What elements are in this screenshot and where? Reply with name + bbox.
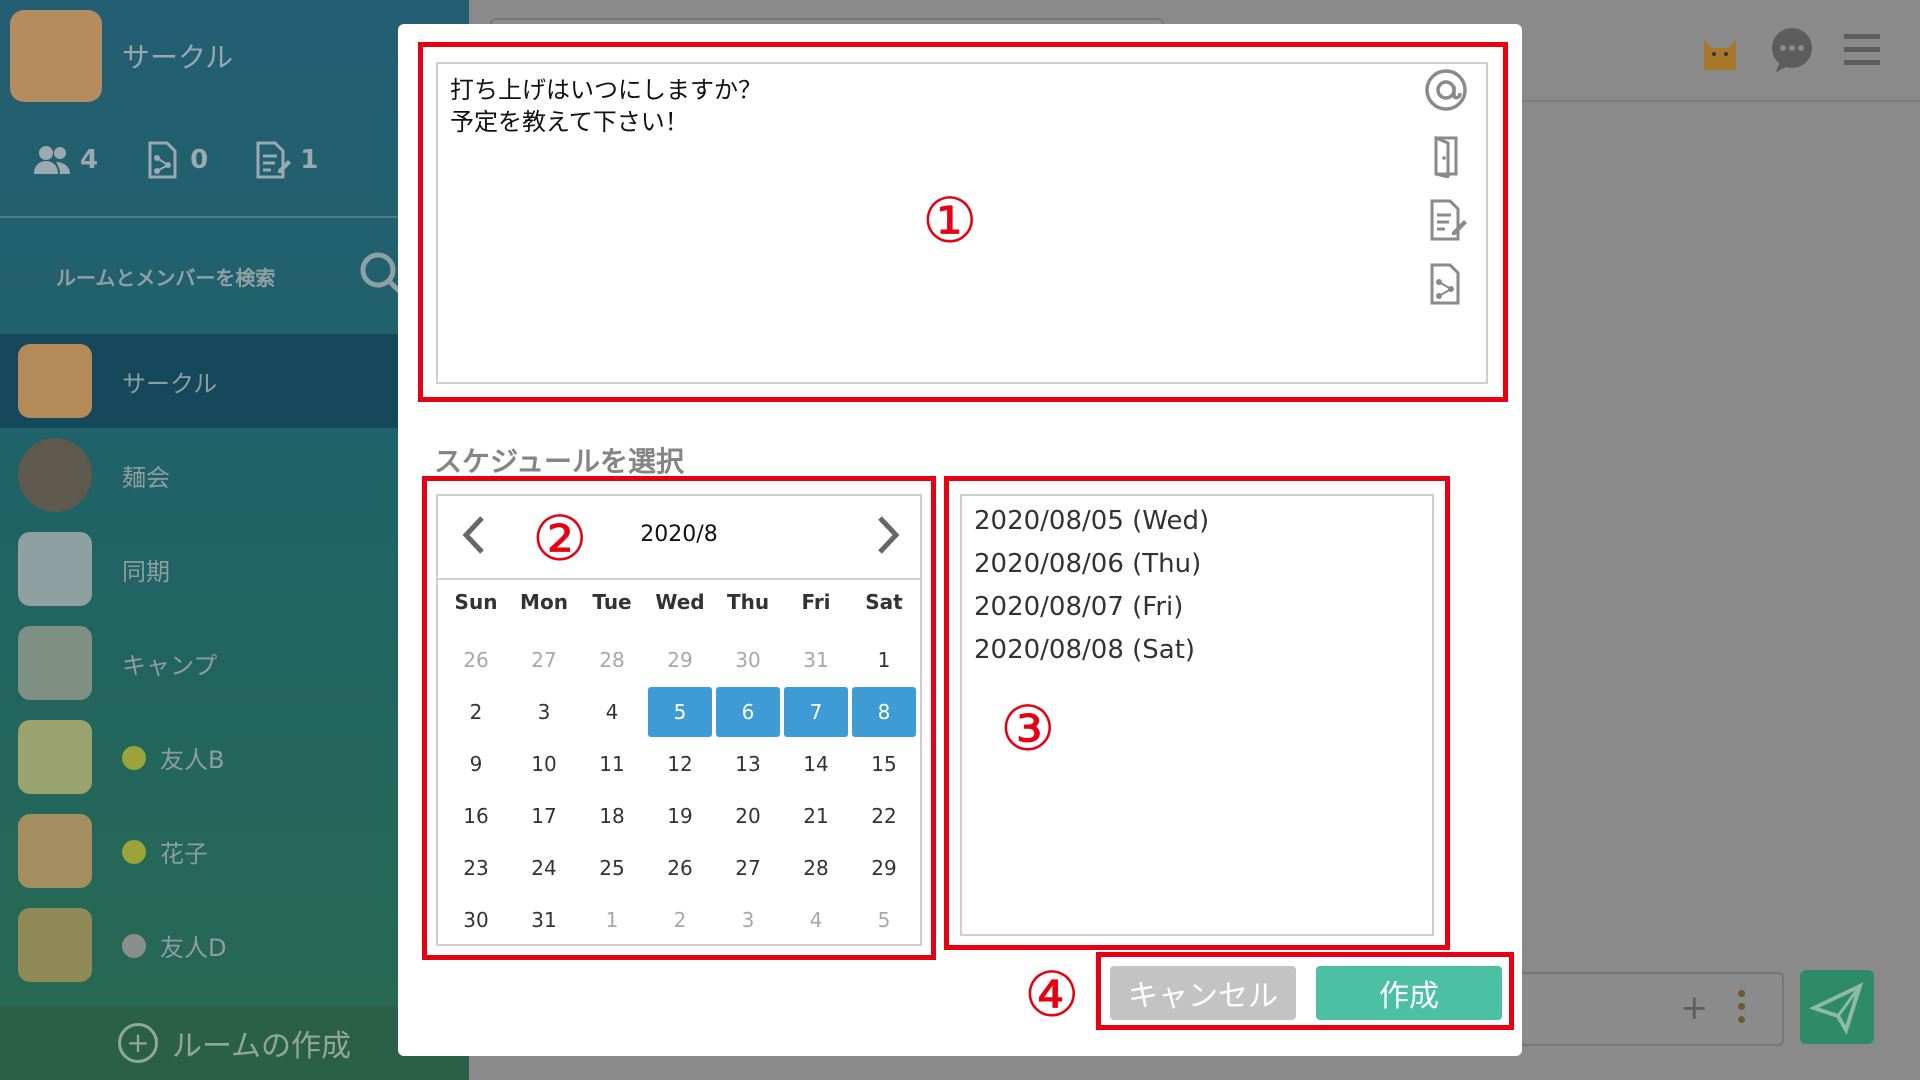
annotation-marker-3: ③ (1000, 692, 1056, 765)
plus-circle-icon: + (117, 1023, 158, 1063)
more-options-icon[interactable] (1738, 990, 1745, 1023)
offline-status-dot (122, 934, 146, 958)
room-item-friend-d[interactable]: 友人D (0, 898, 399, 992)
attach-plus-icon[interactable]: + (1680, 988, 1709, 1028)
room-item-camp[interactable]: キャンプ (0, 616, 399, 710)
member-count[interactable]: 4 (32, 140, 98, 180)
note-count-value: 1 (300, 145, 319, 175)
annotation-marker-2: ② (532, 502, 588, 575)
online-status-dot (122, 746, 146, 770)
room-avatar (18, 344, 92, 418)
room-item-circle[interactable]: サークル (0, 334, 399, 428)
circle-name: サークル (122, 41, 234, 74)
shared-file-icon (148, 141, 177, 179)
annotation-box-4 (1096, 952, 1514, 1030)
room-avatar (18, 532, 92, 606)
note-count[interactable]: 1 (252, 140, 318, 180)
send-button[interactable] (1800, 970, 1874, 1044)
room-name: 花子 (160, 840, 208, 868)
room-item-douki[interactable]: 同期 (0, 522, 399, 616)
room-name: 友人B (160, 746, 225, 774)
sidebar-divider (0, 216, 399, 218)
online-status-dot (122, 840, 146, 864)
shared-file-count-value: 0 (190, 145, 209, 175)
room-name: サークル (122, 370, 218, 398)
circle-stats: 4 0 1 (32, 140, 318, 180)
room-avatar (18, 720, 92, 794)
room-item-hanako[interactable]: 花子 (0, 804, 399, 898)
room-name: 麺会 (122, 464, 170, 492)
schedule-section-label: スケジュールを選択 (434, 445, 685, 478)
room-name: 友人D (160, 934, 227, 962)
cat-avatar-icon[interactable] (1696, 26, 1744, 74)
room-avatar (18, 814, 92, 888)
annotation-marker-1: ① (922, 184, 978, 257)
room-item-menkai[interactable]: 麺会 (0, 428, 399, 522)
note-icon (256, 141, 292, 179)
member-count-value: 4 (80, 145, 99, 175)
room-name: キャンプ (122, 652, 218, 680)
room-avatar (18, 908, 92, 982)
hamburger-menu-icon[interactable] (1838, 26, 1886, 74)
search-icon[interactable] (358, 250, 402, 294)
room-item-friend-b[interactable]: 友人B (0, 710, 399, 804)
members-icon (34, 146, 70, 174)
room-avatar (18, 438, 92, 512)
circle-avatar[interactable] (10, 10, 102, 102)
create-room-label: ルームの作成 (171, 1029, 352, 1064)
shared-file-count[interactable]: 0 (142, 140, 208, 180)
room-name: 同期 (122, 558, 170, 586)
annotation-marker-4: ④ (1024, 958, 1080, 1031)
paper-plane-icon (1808, 982, 1864, 1035)
room-avatar (18, 626, 92, 700)
chat-bubble-icon[interactable] (1768, 26, 1816, 74)
annotation-box-2 (422, 476, 936, 960)
room-member-search-label[interactable]: ルームとメンバーを検索 (56, 262, 275, 291)
